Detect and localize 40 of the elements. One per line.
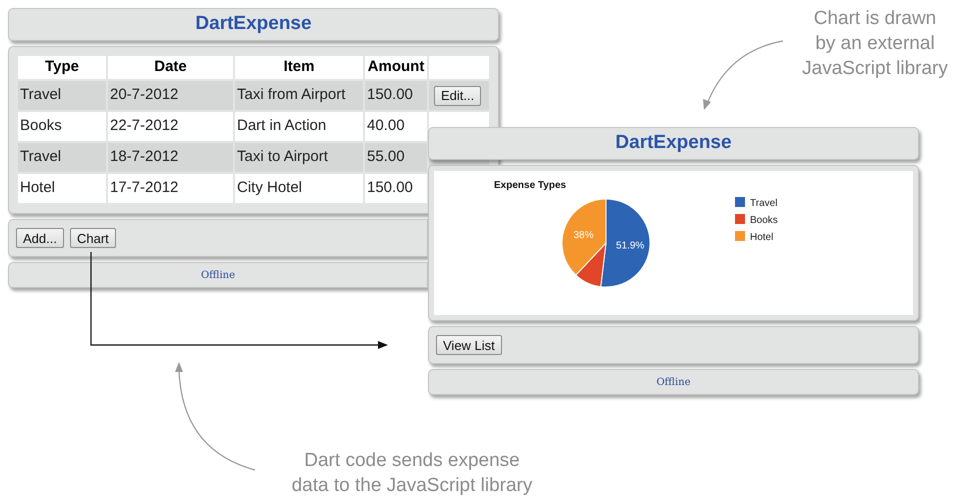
legend-item: Hotel (735, 231, 774, 243)
chart-title: Expense Types (494, 180, 566, 191)
legend-label: Hotel (750, 232, 774, 243)
edit-button[interactable]: Edit... (434, 86, 482, 106)
app-title: DartExpense (195, 12, 312, 36)
table-cell: 17-7-2012 (108, 174, 233, 203)
column-header: Type (18, 56, 106, 79)
table-cell: Travel (18, 81, 106, 110)
legend-label: Travel (750, 198, 778, 209)
column-header: Date (108, 56, 233, 79)
table-cell: 22-7-2012 (108, 112, 233, 141)
app-title: DartExpense (615, 131, 732, 156)
annotation-text: Dart code sends expense data to the JavaScript library (290, 449, 534, 498)
column-header: Item (235, 56, 363, 79)
table-cell: 55.00 (365, 143, 427, 172)
column-header: Amount (365, 56, 427, 79)
table-cell: Taxi from Airport (235, 81, 363, 110)
table-cell: City Hotel (235, 174, 363, 203)
table-cell: Travel (18, 143, 106, 172)
slice-label: 51.9% (616, 240, 644, 252)
table-cell: Books (18, 112, 106, 141)
table-cell: 18-7-2012 (108, 143, 233, 172)
table-cell: 40.00 (365, 112, 427, 141)
annotation-text: Chart is drawn by an external JavaScript library (801, 7, 949, 81)
table-cell: Taxi to Airport (235, 143, 363, 172)
table-cell (429, 56, 489, 79)
app-button[interactable]: Add... (16, 228, 64, 248)
legend-item: Books (735, 214, 778, 226)
slice-label: 38% (574, 230, 594, 242)
app-button[interactable]: Chart (70, 228, 116, 248)
table-cell: Hotel (18, 174, 106, 203)
table-cell: 20-7-2012 (108, 81, 233, 110)
status-text: Offline (200, 268, 236, 282)
app-button[interactable]: View List (436, 335, 502, 355)
status-text: Offline (656, 376, 691, 390)
legend-label: Books (750, 215, 778, 226)
table-cell: Dart in Action (235, 112, 363, 141)
legend-item: Travel (735, 197, 778, 209)
table-cell: 150.00 (365, 81, 427, 110)
table-cell: 150.00 (365, 174, 427, 203)
